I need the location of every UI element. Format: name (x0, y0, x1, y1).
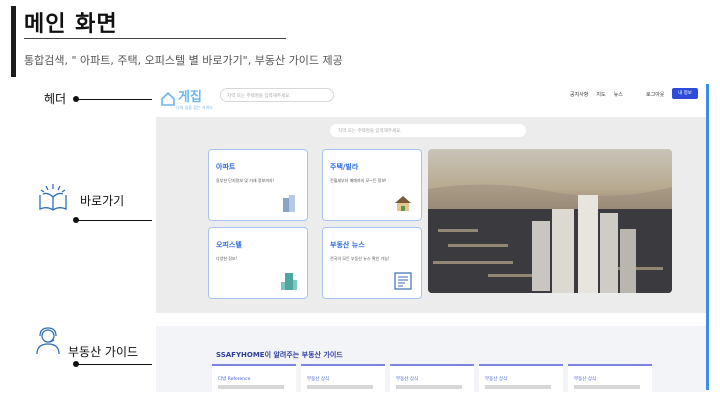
annotation-guide: 부동산 가이드 (68, 343, 138, 360)
card-desc: 전국의 모든 부동산 뉴스 확인 가능! (330, 256, 390, 261)
site-logo[interactable]: 게집 나의 집을 찾는 가이드 (160, 86, 213, 111)
nav-map[interactable]: 지도 (596, 91, 605, 98)
annotation-shortcut-line (78, 220, 152, 221)
guide-card[interactable]: 부동산 상식 (479, 364, 563, 392)
card-house-villa[interactable]: 주택/빌라 전월세부터 매매까지 모~든 정보! (322, 149, 422, 221)
slide-subtitle: 통합검색, " 아파트, 주택, 오피스텔 별 바로가기", 부동산 가이드 제… (24, 54, 343, 67)
card-officetel[interactable]: 오피스텔 다양한 정보! (208, 227, 308, 299)
annotation-shortcut: 바로가기 (80, 192, 124, 209)
guide-card[interactable]: 다방 Reference (212, 364, 296, 392)
header-search-input[interactable]: 지역 또는 주택명을 입력해주세요. (220, 88, 334, 102)
house-icon (395, 196, 411, 211)
guide-card[interactable]: 부동산 상식 (390, 364, 474, 392)
guide-card-category: 다방 Reference (218, 377, 251, 382)
annotation-header-label: 헤더 (44, 92, 67, 106)
guide-card-text (396, 385, 462, 389)
nav-news[interactable]: 뉴스 (614, 91, 623, 98)
person-headset-icon (34, 326, 62, 360)
slide: 메인 화면 통합검색, " 아파트, 주택, 오피스텔 별 바로가기", 부동산… (0, 0, 720, 405)
slide-title: 메인 화면 (24, 12, 118, 37)
shortcut-section: 지역 또는 주택명을 입력해주세요. 아파트 용부한 단지정보 및 거래 정보까… (156, 117, 706, 313)
logout-link[interactable]: 로그아웃 (646, 91, 664, 98)
nav-links: 공지사항 지도 뉴스 (570, 91, 623, 98)
annotation-shortcut-label: 바로가기 (80, 194, 125, 208)
my-info-button[interactable]: 내 정보 (672, 88, 698, 99)
title-accent-bar (11, 6, 16, 77)
right-accent-bar (706, 84, 709, 390)
book-icon (36, 181, 70, 219)
annotation-guide-line (78, 364, 152, 365)
logo-text: 게집 (178, 90, 202, 105)
city-apartment-photo (428, 149, 672, 293)
guide-card-category: 부동산 상식 (307, 377, 330, 382)
title-underline (24, 38, 286, 39)
guide-card-category: 부동산 상식 (396, 377, 419, 382)
card-title: 주택/빌라 (330, 163, 359, 171)
annotation-header-line (78, 99, 152, 100)
guide-card[interactable]: 부동산 상식 (301, 364, 385, 392)
guide-card-text (485, 385, 551, 389)
annotation-guide-label: 부동산 가이드 (68, 345, 139, 359)
card-desc: 다양한 정보! (216, 256, 238, 261)
card-title: 오피스텔 (216, 241, 242, 249)
guide-title: SSAFYHOME이 알려주는 부동산 가이드 (216, 351, 343, 359)
card-apartment[interactable]: 아파트 용부한 단지정보 및 거래 정보까지! (208, 149, 308, 221)
guide-card-text (574, 385, 640, 389)
guide-card-category: 부동산 상식 (485, 377, 508, 382)
homepage-screenshot: 게집 나의 집을 찾는 가이드 지역 또는 주택명을 입력해주세요. 공지사항 … (156, 80, 706, 392)
guide-card-text (218, 385, 284, 389)
guide-card-text (307, 385, 373, 389)
card-desc: 전월세부터 매매까지 모~든 정보! (330, 178, 387, 183)
guide-card[interactable]: 부동산 상식 (568, 364, 652, 392)
house-logo-icon (161, 91, 175, 106)
officetel-icon (281, 273, 297, 290)
card-title: 부동산 뉴스 (330, 241, 365, 249)
card-desc: 용부한 단지정보 및 거래 정보까지! (216, 178, 275, 183)
hero-search-input[interactable]: 지역 또는 주택명을 입력해주세요. (330, 124, 526, 137)
site-header: 게집 나의 집을 찾는 가이드 지역 또는 주택명을 입력해주세요. 공지사항 … (156, 80, 706, 114)
nav-notice[interactable]: 공지사항 (570, 91, 588, 98)
annotation-header: 헤더 (44, 90, 66, 107)
real-estate-guide-section: SSAFYHOME이 알려주는 부동산 가이드 다방 Reference 부동산… (156, 326, 706, 392)
card-title: 아파트 (216, 163, 236, 171)
apartment-icon (283, 195, 295, 212)
logo-subtext: 나의 집을 찾는 가이드 (176, 105, 213, 110)
card-real-estate-news[interactable]: 부동산 뉴스 전국의 모든 부동산 뉴스 확인 가능! (322, 227, 422, 299)
newspaper-icon (394, 272, 412, 290)
guide-card-category: 부동산 상식 (574, 377, 597, 382)
